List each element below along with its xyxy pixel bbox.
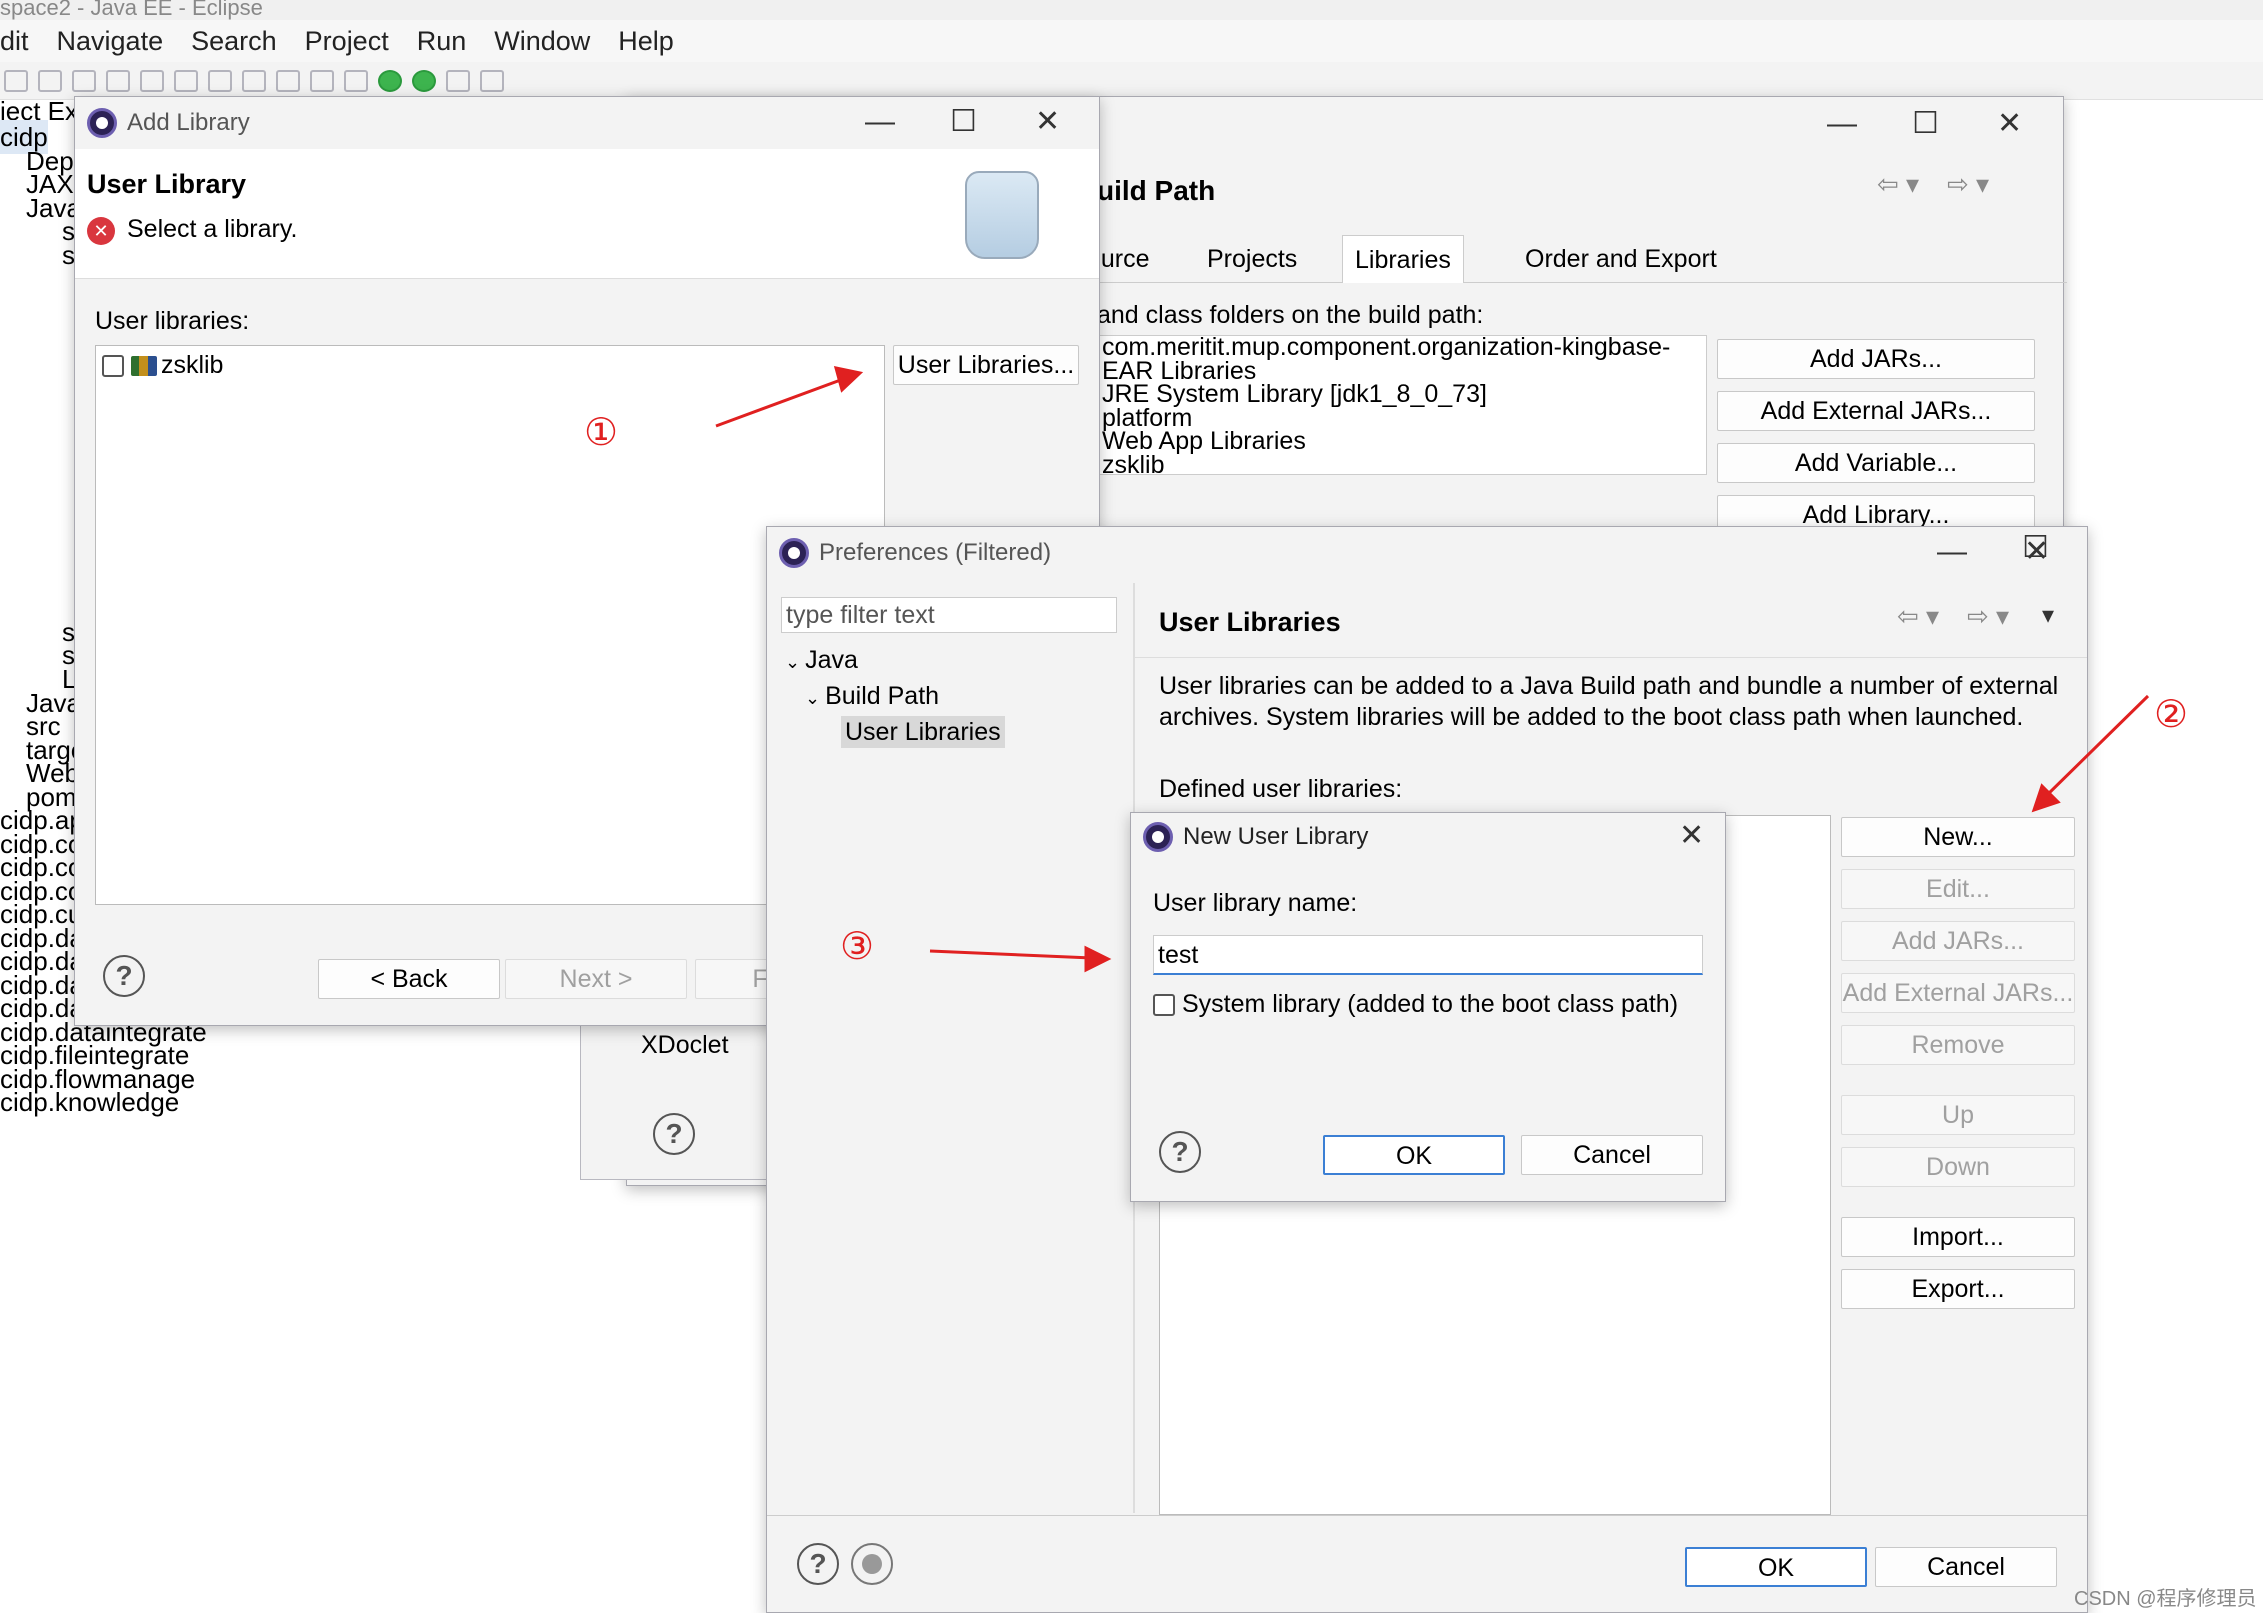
arrow-1-head	[833, 366, 864, 393]
arrow-1	[715, 376, 847, 428]
annotation-arrows	[715, 366, 2150, 973]
watermark: CSDN @程序修理员	[2074, 1588, 2257, 1610]
arrow-3	[929, 949, 1093, 960]
arrow-3-head	[1084, 945, 1112, 973]
arrow-2	[2042, 694, 2150, 800]
